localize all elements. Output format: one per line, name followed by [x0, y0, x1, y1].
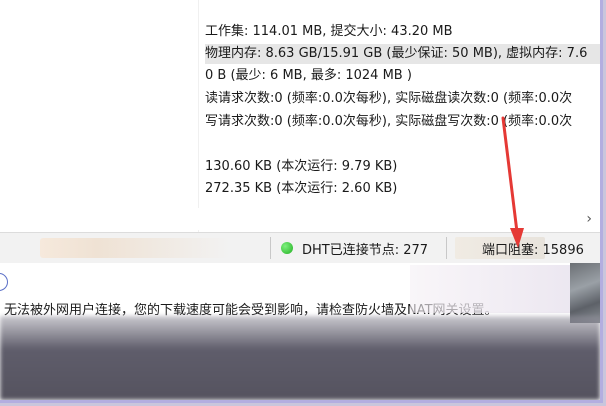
working-set-line: 工作集: 114.01 MB, 提交大小: 43.20 MB — [205, 24, 453, 39]
status-bar: DHT已连接节点: 277 端口阻塞: 15896 — [0, 232, 600, 264]
dht-status-icon — [281, 242, 293, 254]
write-requests-line: 写请求次数:0 (频率:0.0次每秒), 实际磁盘写次数:0 (频率:0.0次 — [205, 114, 573, 129]
status-divider — [446, 237, 447, 259]
memory-limit-line: 0 B (最少: 6 MB, 最多: 1024 MB ) — [205, 68, 412, 83]
upload-size-line: 272.35 KB (本次运行: 2.60 KB) — [205, 181, 398, 196]
status-divider — [270, 237, 271, 259]
network-notice: 无法被外网用户连接，您的下载速度可能会受到影响，请检查防火墙及NAT网关设置。 — [0, 263, 600, 323]
bottom-blurred-region — [0, 316, 600, 400]
horizontal-scrollbar[interactable]: › — [0, 208, 600, 230]
notice-blurred-region — [410, 265, 570, 313]
physical-memory-line: 物理内存: 8.63 GB/15.91 GB (最少保证: 50 MB), 虚拟… — [205, 44, 600, 64]
thumbnail-image — [570, 263, 600, 323]
scroll-right-arrow-icon[interactable]: › — [586, 211, 592, 227]
info-label-column — [0, 0, 199, 232]
notice-circle-icon — [0, 273, 8, 291]
read-requests-line: 读请求次数:0 (频率:0.0次每秒), 实际磁盘读次数:0 (频率:0.0次 — [205, 91, 573, 106]
port-blocked-count[interactable]: 端口阻塞: 15896 — [482, 239, 584, 258]
status-blurred-region — [40, 238, 230, 258]
app-window: 工作集: 114.01 MB, 提交大小: 43.20 MB 物理内存: 8.6… — [0, 0, 603, 403]
task-info-panel: 工作集: 114.01 MB, 提交大小: 43.20 MB 物理内存: 8.6… — [0, 0, 600, 232]
dht-node-count: DHT已连接节点: 277 — [302, 243, 429, 258]
download-size-line: 130.60 KB (本次运行: 9.79 KB) — [205, 159, 398, 174]
